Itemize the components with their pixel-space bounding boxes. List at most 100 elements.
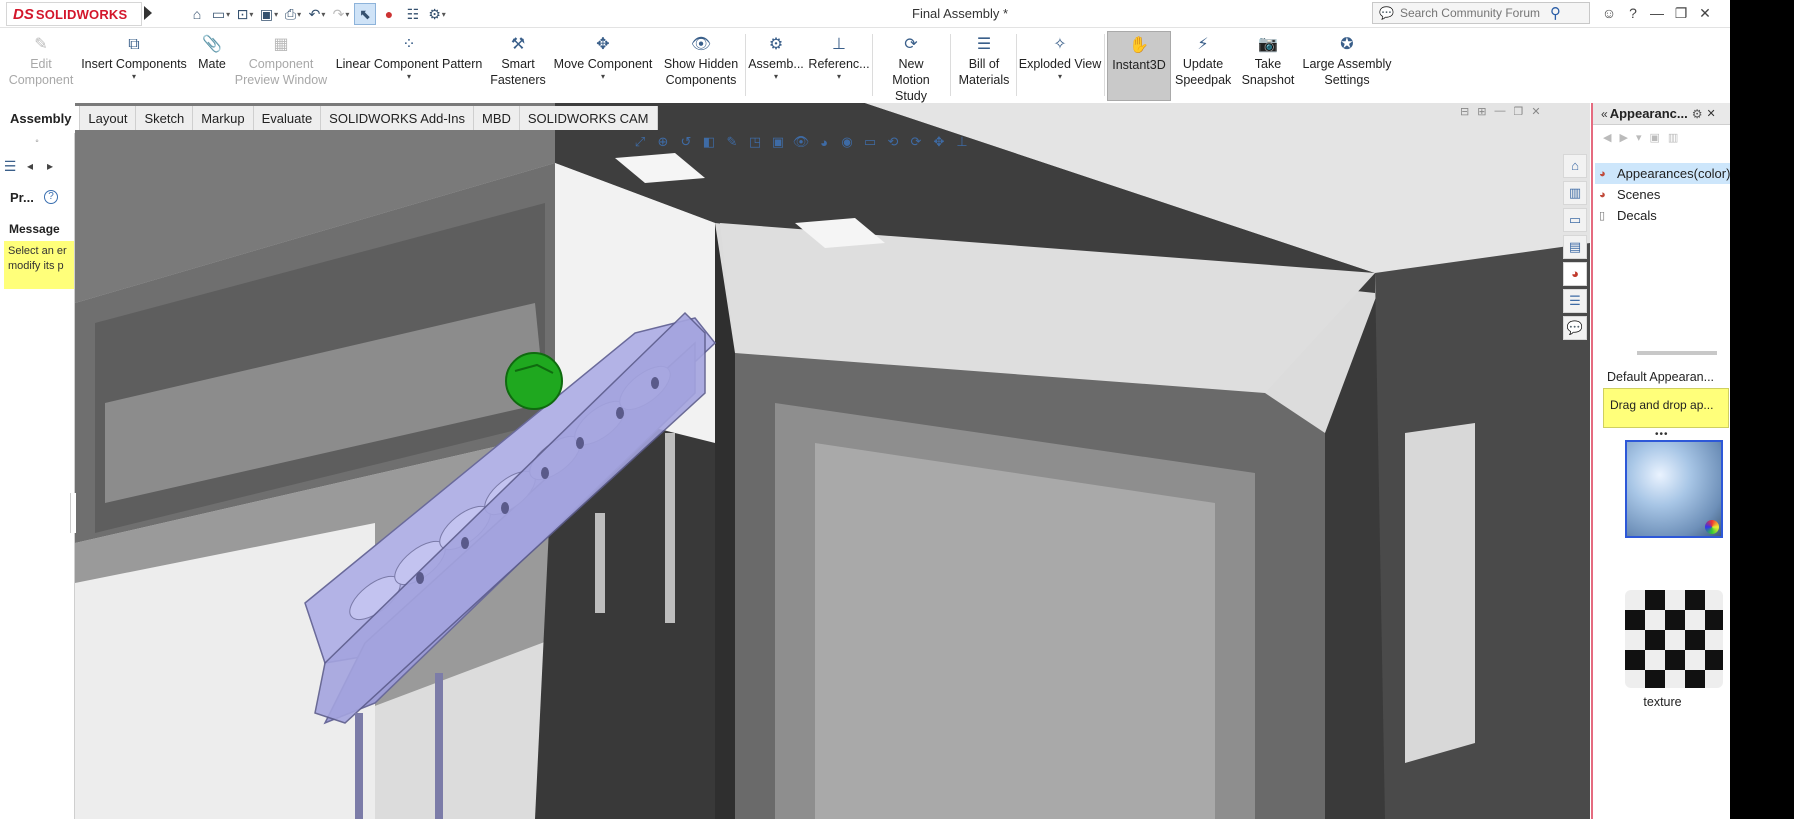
texture-swatch[interactable]	[1625, 590, 1723, 688]
forum-tab-icon[interactable]: 💬	[1563, 316, 1587, 340]
back-icon[interactable]: ◀	[1603, 131, 1611, 144]
minimize-icon[interactable]: —	[1648, 3, 1666, 23]
help-icon[interactable]: ?	[44, 190, 58, 204]
dropdown-arrow-icon[interactable]: ▾	[1018, 72, 1102, 82]
forward-icon[interactable]: ▶	[1619, 131, 1627, 144]
options-gear-icon[interactable]: ⚙ ▾	[426, 3, 448, 25]
default-appearance-swatch[interactable]	[1625, 440, 1723, 538]
solidworks-resources-tab-icon[interactable]: ⌂	[1563, 154, 1587, 178]
component-preview-window-button[interactable]: ▦ Component Preview Window	[232, 34, 330, 88]
gear-icon[interactable]: ⚙	[1692, 107, 1703, 121]
restore-icon[interactable]: ❐	[1672, 3, 1690, 23]
zoom-to-area-icon[interactable]: ⊕	[653, 133, 673, 151]
dropdown-arrow-icon[interactable]: ▾	[748, 72, 804, 82]
home-icon[interactable]: ⌂	[186, 3, 208, 25]
section-view-icon[interactable]: ◧	[699, 133, 719, 151]
search-input[interactable]	[1399, 6, 1550, 20]
bill-of-materials-icon: ☰	[976, 36, 992, 53]
more-dots-icon[interactable]: •••	[1655, 429, 1669, 440]
dropdown-arrow-icon[interactable]: ▾	[80, 72, 188, 82]
apply-scene-icon[interactable]: ◉	[837, 133, 857, 151]
tab-mbd[interactable]: MBD	[474, 106, 520, 130]
tree-item-appearances[interactable]: ◕ Appearances(color)	[1595, 163, 1730, 184]
pan-icon[interactable]: ✥	[929, 133, 949, 151]
tab-layout[interactable]: Layout	[80, 106, 137, 130]
feature-manager-tab-icon[interactable]: ☰	[2, 157, 18, 175]
community-search[interactable]: 💬 ⚲	[1372, 2, 1590, 24]
preview-window-icon: ▦	[273, 36, 289, 53]
hide-show-items-icon[interactable]: 👁	[791, 133, 811, 151]
dropdown-arrow-icon[interactable]: ▾	[334, 72, 484, 82]
redo-icon[interactable]: ↷ ▾	[330, 3, 352, 25]
add-folder-icon[interactable]: ▣	[1649, 131, 1659, 144]
new-document-icon[interactable]: ▭ ▾	[210, 3, 232, 25]
zoom-to-fit-icon[interactable]: ⤢	[630, 133, 650, 151]
graphics-area[interactable]: ⤢ ⊕ ↺ ◧ ✎ ◳ ▣ 👁 ◕ ◉ ▭ ⟲ ⟳ ✥ ⊥ ⊟ ⊞ — ❐ ✕	[75, 103, 1590, 819]
tab-sketch[interactable]: Sketch	[136, 106, 194, 130]
exploded-view-button[interactable]: ✧ Exploded View ▾	[1018, 34, 1102, 82]
search-icon[interactable]: ⚲	[1550, 4, 1561, 22]
tree-item-scenes[interactable]: ◕ Scenes	[1595, 184, 1730, 205]
mate-button[interactable]: 📎 Mate	[194, 34, 230, 72]
open-folder-icon[interactable]: ⊡ ▾	[234, 3, 256, 25]
rotate-view-icon[interactable]: ⟲	[883, 133, 903, 151]
design-library-tab-icon[interactable]: ▥	[1563, 181, 1587, 205]
tab-assembly[interactable]: Assembly	[2, 106, 81, 130]
select-arrow-icon[interactable]: ⬉	[354, 3, 376, 25]
instant3d-button[interactable]: ✋ Instant3D	[1107, 31, 1171, 101]
large-assembly-settings-button[interactable]: ✪ Large Assembly Settings	[1300, 34, 1394, 88]
file-explorer-tab-icon[interactable]: ▭	[1563, 208, 1587, 232]
rotate-ccw-icon[interactable]: ⟳	[906, 133, 926, 151]
triad-icon[interactable]: ⊥	[952, 133, 972, 151]
insert-components-button[interactable]: ⧉ Insert Components ▾	[80, 34, 188, 82]
view-orientation-icon[interactable]: ◳	[745, 133, 765, 151]
menu-expand-arrow-icon[interactable]	[144, 6, 152, 20]
panel-grip[interactable]: ◦	[2, 136, 72, 150]
print-icon[interactable]: ⎙ ▾	[282, 3, 304, 25]
dropdown-arrow-icon[interactable]: ▾	[550, 72, 656, 82]
assembly-3d-view[interactable]	[75, 103, 1590, 819]
show-hidden-components-button[interactable]: 👁 Show Hidden Components	[660, 34, 742, 88]
reference-geometry-button[interactable]: ⊥ Referenc... ▾	[808, 34, 870, 82]
user-icon[interactable]: ☺	[1600, 3, 1618, 23]
pane-splitter[interactable]	[1637, 351, 1717, 355]
panel-collapse-handle[interactable]	[70, 493, 76, 533]
update-speedpak-button[interactable]: ⚡ Update Speedpak	[1174, 34, 1232, 88]
custom-properties-tab-icon[interactable]: ☰	[1563, 289, 1587, 313]
edit-appearance-icon[interactable]: ◕	[814, 133, 834, 151]
dropdown-icon[interactable]: ▾	[1636, 131, 1642, 144]
rebuild-traffic-light-icon[interactable]: ●	[378, 3, 400, 25]
tab-markup[interactable]: Markup	[193, 106, 254, 130]
take-snapshot-button[interactable]: 📷 Take Snapshot	[1236, 34, 1300, 88]
bill-of-materials-button[interactable]: ☰ Bill of Materials	[954, 34, 1014, 88]
previous-view-icon[interactable]: ↺	[676, 133, 696, 151]
solidworks-logo-button[interactable]: DS SOLIDWORKS	[6, 2, 142, 26]
tab-solidworks-cam[interactable]: SOLIDWORKS CAM	[519, 106, 658, 130]
view-palette-tab-icon[interactable]: ▤	[1563, 235, 1587, 259]
undo-icon[interactable]: ↶ ▾	[306, 3, 328, 25]
assembly-features-button[interactable]: ⚙ Assemb... ▾	[748, 34, 804, 82]
tab-evaluate[interactable]: Evaluate	[253, 106, 322, 130]
tree-item-decals[interactable]: ▯ Decals	[1595, 205, 1730, 226]
appearances-tab-icon[interactable]: ◕	[1563, 262, 1587, 286]
library-icon[interactable]: ▥	[1668, 131, 1678, 144]
command-tabs: Assembly Layout Sketch Markup Evaluate S…	[2, 106, 658, 130]
file-properties-icon[interactable]: ☷	[402, 3, 424, 25]
linear-component-pattern-button[interactable]: ⁘ Linear Component Pattern ▾	[334, 34, 484, 82]
pin-icon[interactable]: ✕	[1706, 107, 1715, 120]
save-icon[interactable]: ▣ ▾	[258, 3, 280, 25]
tab-scroll-right-icon[interactable]: ▸	[42, 157, 58, 175]
close-icon[interactable]: ✕	[1696, 3, 1714, 23]
tab-solidworks-add-ins[interactable]: SOLIDWORKS Add-Ins	[321, 106, 474, 130]
view-settings-icon[interactable]: ▭	[860, 133, 880, 151]
smart-fasteners-button[interactable]: ⚒ Smart Fasteners	[488, 34, 548, 88]
help-icon[interactable]: ?	[1624, 3, 1642, 23]
edit-component-button[interactable]: ✎ Edit Component	[6, 34, 76, 88]
collapse-chevron-icon[interactable]: «	[1601, 107, 1608, 121]
dynamic-annotation-icon[interactable]: ✎	[722, 133, 742, 151]
dropdown-arrow-icon[interactable]: ▾	[808, 72, 870, 82]
tab-scroll-left-icon[interactable]: ◂	[22, 157, 38, 175]
new-motion-study-button[interactable]: ⟳ New Motion Study	[874, 34, 948, 104]
move-component-button[interactable]: ✥ Move Component ▾	[550, 34, 656, 82]
display-style-icon[interactable]: ▣	[768, 133, 788, 151]
